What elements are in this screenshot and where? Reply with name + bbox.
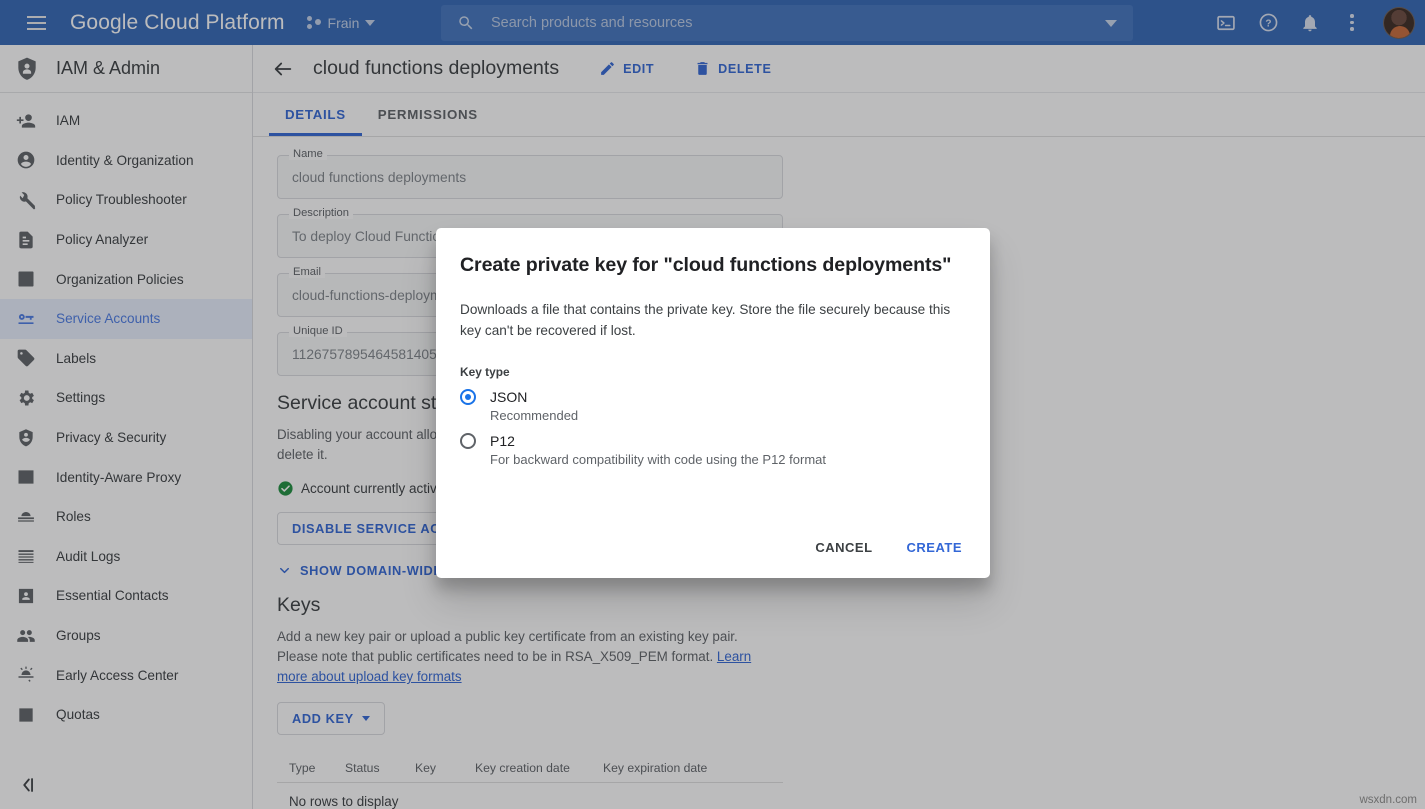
- create-button[interactable]: CREATE: [895, 530, 974, 564]
- radio-json-icon[interactable]: [460, 389, 476, 405]
- radio-p12-help: For backward compatibility with code usi…: [490, 452, 966, 467]
- dialog-actions: CANCEL CREATE: [803, 530, 974, 564]
- radio-json-help: Recommended: [490, 408, 966, 423]
- radio-option-p12[interactable]: P12: [460, 433, 966, 449]
- dialog-title: Create private key for "cloud functions …: [460, 254, 966, 277]
- dialog-body-text: Downloads a file that contains the priva…: [460, 299, 952, 341]
- create-private-key-dialog: Create private key for "cloud functions …: [436, 228, 990, 578]
- radio-option-json[interactable]: JSON: [460, 389, 966, 405]
- radio-p12-icon[interactable]: [460, 433, 476, 449]
- watermark: wsxdn.com: [1359, 794, 1417, 806]
- radio-json-label: JSON: [490, 389, 527, 405]
- radio-p12-label: P12: [490, 433, 515, 449]
- cancel-button[interactable]: CANCEL: [803, 530, 884, 564]
- key-type-label: Key type: [460, 365, 966, 379]
